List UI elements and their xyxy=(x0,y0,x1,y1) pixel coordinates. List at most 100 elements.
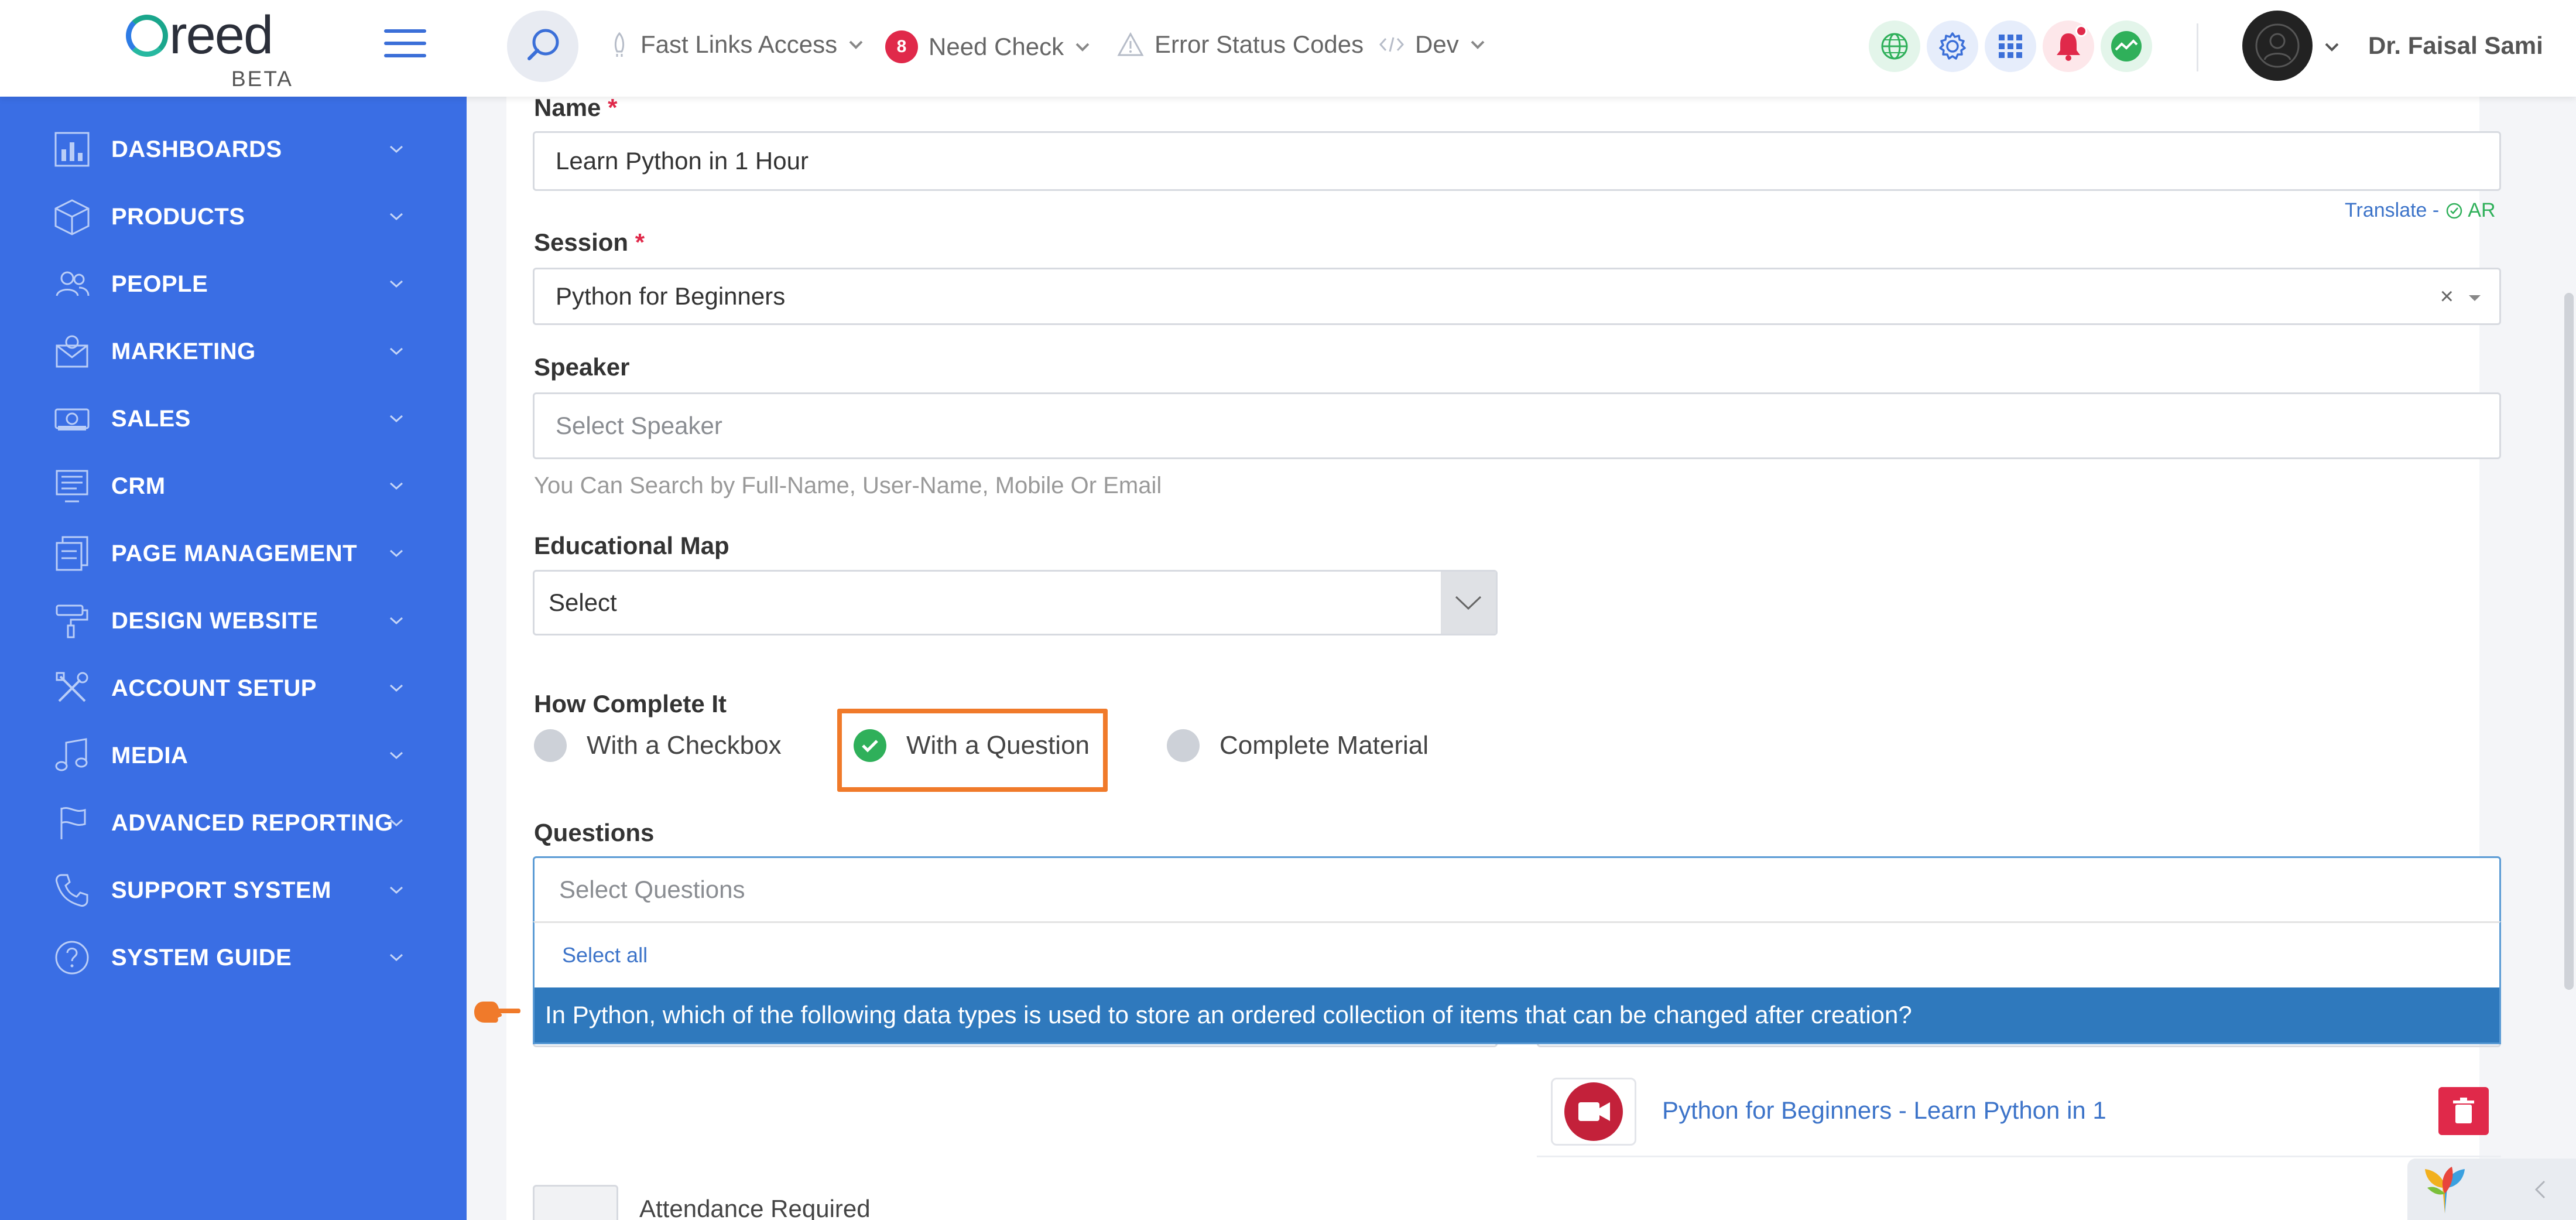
question-icon xyxy=(52,937,93,978)
radio-with-checkbox[interactable]: With a Checkbox xyxy=(534,729,782,762)
questions-select[interactable]: Select Questions xyxy=(533,856,2501,923)
sidebar-item-label: DASHBOARDS xyxy=(111,136,282,162)
chevron-down-icon xyxy=(389,347,403,356)
rocket-icon xyxy=(614,32,625,57)
translate-link[interactable]: Translate - AR xyxy=(2345,199,2574,222)
error-status-codes-link[interactable]: Error Status Codes xyxy=(1117,30,1364,59)
sidebar-item-people[interactable]: PEOPLE xyxy=(0,255,467,313)
sidebar-item-label: ADVANCED REPORTING xyxy=(111,809,393,836)
help-widget[interactable] xyxy=(2407,1159,2576,1220)
translate-language: AR xyxy=(2468,199,2496,221)
chart-circle-icon xyxy=(2111,31,2142,61)
notifications-button[interactable] xyxy=(2043,20,2094,72)
how-complete-label: How Complete It xyxy=(534,690,727,717)
need-check-menu[interactable]: 8 Need Check xyxy=(885,30,1091,63)
name-label: Name * xyxy=(534,94,617,122)
chevron-down-icon xyxy=(389,684,403,692)
reed-logo[interactable]: reed BETA xyxy=(120,5,313,93)
sidebar-item-products[interactable]: PRODUCTS xyxy=(0,187,467,246)
dev-menu[interactable]: Dev xyxy=(1379,30,1486,59)
sidebar-item-advanced-reporting[interactable]: ADVANCED REPORTING xyxy=(0,794,467,852)
page-scrollbar[interactable] xyxy=(2564,293,2574,990)
chevron-down-icon xyxy=(389,482,403,490)
sidebar-item-account-setup[interactable]: ACCOUNT SETUP xyxy=(0,659,467,717)
attendance-toggle[interactable] xyxy=(533,1185,618,1220)
radio-label: With a Checkbox xyxy=(587,731,782,760)
sidebar-item-label: SYSTEM GUIDE xyxy=(111,944,292,970)
pages-icon xyxy=(52,533,93,574)
status-button[interactable] xyxy=(2101,20,2152,72)
fast-links-label: Fast Links Access xyxy=(640,30,838,58)
apps-button[interactable] xyxy=(1985,20,2036,72)
educational-map-select[interactable]: Select xyxy=(533,570,1498,635)
translate-label: Translate - xyxy=(2345,199,2440,221)
need-check-label: Need Check xyxy=(929,33,1064,60)
speaker-select[interactable]: Select Speaker xyxy=(533,392,2501,459)
session-label: Session * xyxy=(534,228,645,257)
chevron-down-icon xyxy=(389,280,403,288)
language-button[interactable] xyxy=(1869,20,1920,72)
user-name[interactable]: Dr. Faisal Sami xyxy=(2368,32,2543,60)
radio-circle xyxy=(534,729,567,762)
user-avatar[interactable] xyxy=(2242,11,2313,81)
attendance-label: Attendance Required xyxy=(639,1195,871,1220)
user-menu-chevron-icon[interactable] xyxy=(2323,41,2341,54)
fast-links-menu[interactable]: Fast Links Access xyxy=(609,30,864,59)
caret-down-icon[interactable] xyxy=(2467,293,2483,303)
clear-selection-icon[interactable]: × xyxy=(2440,283,2454,310)
sidebar-item-media[interactable]: MEDIA xyxy=(0,726,467,785)
question-option[interactable]: In Python, which of the following data t… xyxy=(535,987,2499,1043)
dropdown-toggle[interactable] xyxy=(1441,572,1496,634)
sidebar-item-crm[interactable]: CRM xyxy=(0,457,467,515)
chevron-left-icon[interactable] xyxy=(2532,1178,2549,1201)
search-button[interactable] xyxy=(507,11,578,82)
pointing-hand-icon xyxy=(474,1002,520,1023)
box-icon xyxy=(52,196,93,237)
chevron-down-icon xyxy=(389,819,403,827)
educational-map-value: Select xyxy=(549,589,617,616)
phone-icon xyxy=(52,870,93,911)
user-icon xyxy=(2255,23,2300,68)
sidebar-item-marketing[interactable]: MARKETING xyxy=(0,322,467,381)
sidebar-item-sales[interactable]: SALES xyxy=(0,389,467,448)
chevron-down-icon xyxy=(849,40,863,49)
chevron-down-icon xyxy=(1471,40,1485,49)
select-all-option[interactable]: Select all xyxy=(535,923,2499,987)
trash-icon xyxy=(2453,1098,2474,1123)
questions-dropdown: Select all In Python, which of the follo… xyxy=(533,921,2501,1044)
sidebar-item-support-system[interactable]: SUPPORT SYSTEM xyxy=(0,861,467,920)
session-label-text: Session xyxy=(534,228,629,256)
menu-toggle-icon[interactable] xyxy=(384,29,426,62)
selection-highlight-box xyxy=(837,709,1108,792)
notification-dot xyxy=(2075,25,2087,37)
radio-label: Complete Material xyxy=(1220,731,1429,760)
material-row: Python for Beginners - Learn Python in 1 xyxy=(1537,1066,2501,1157)
people-icon xyxy=(52,264,93,305)
sidebar-item-design-website[interactable]: DESIGN WEBSITE xyxy=(0,592,467,650)
tools-icon xyxy=(52,668,93,709)
sidebar-item-dashboards[interactable]: DASHBOARDS xyxy=(0,120,467,179)
material-link[interactable]: Python for Beginners - Learn Python in 1 xyxy=(1662,1096,2106,1125)
chevron-down-icon xyxy=(1075,43,1090,52)
sidebar-item-label: PRODUCTS xyxy=(111,203,245,230)
sidebar-item-system-guide[interactable]: SYSTEM GUIDE xyxy=(0,928,467,987)
logo-text: reed xyxy=(169,5,273,65)
sidebar-item-page-management[interactable]: PAGE MANAGEMENT xyxy=(0,524,467,583)
session-select[interactable]: Python for Beginners × xyxy=(533,268,2501,325)
sidebar-item-label: DESIGN WEBSITE xyxy=(111,607,318,634)
chevron-down-icon xyxy=(389,549,403,558)
name-input[interactable]: Learn Python in 1 Hour xyxy=(533,131,2501,191)
delete-button[interactable] xyxy=(2438,1087,2489,1135)
radio-complete-material[interactable]: Complete Material xyxy=(1167,729,1429,762)
flag-icon xyxy=(52,802,93,843)
chevron-down-icon xyxy=(389,886,403,894)
top-bar: reed BETA Fast Links Access 8 Need Check… xyxy=(0,0,2576,97)
settings-button[interactable] xyxy=(1927,20,1978,72)
lesson-form-card xyxy=(506,97,2479,1220)
yii-logo-icon xyxy=(2425,1166,2465,1214)
check-circle-icon xyxy=(2446,203,2462,219)
sidebar-item-label: PAGE MANAGEMENT xyxy=(111,540,358,566)
error-status-codes-label: Error Status Codes xyxy=(1155,30,1364,58)
chevron-down-icon xyxy=(389,751,403,760)
questions-label: Questions xyxy=(534,819,655,846)
